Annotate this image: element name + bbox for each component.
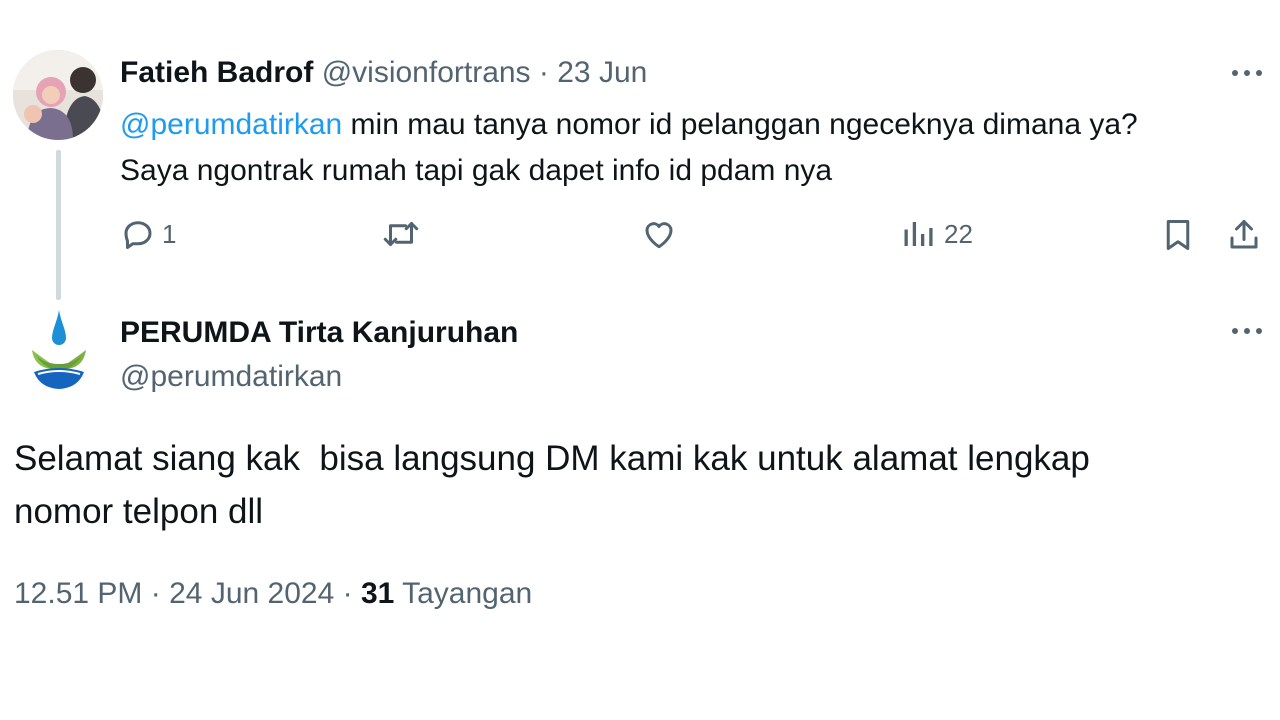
- tweet2-separator-1: ·: [150, 577, 161, 610]
- tweet1-handle[interactable]: @visionfortrans: [322, 56, 531, 89]
- tweet1-text-line1: min mau tanya nomor id pelanggan ngecekn…: [342, 108, 1138, 141]
- share-button[interactable]: [1226, 216, 1262, 254]
- reply-button[interactable]: 1: [120, 216, 176, 252]
- views-count: 22: [944, 218, 973, 249]
- views-button[interactable]: 22: [900, 216, 973, 252]
- views-icon: [904, 222, 933, 246]
- tweet2-author-name[interactable]: PERUMDA Tirta Kanjuruhan: [120, 314, 518, 352]
- tweet2-time[interactable]: 12.51 PM: [14, 577, 142, 610]
- tweet1-text: @perumdatirkan min mau tanya nomor id pe…: [120, 102, 1270, 194]
- tweet1-text-line2: Saya ngontrak rumah tapi gak dapet info …: [120, 154, 833, 187]
- more-icon[interactable]: [1225, 58, 1269, 88]
- thread-connector-line: [56, 150, 61, 300]
- like-button[interactable]: [640, 216, 678, 252]
- tweet2-text: Selamat siang kak bisa langsung DM kami …: [14, 439, 1090, 531]
- tweet2-date[interactable]: 24 Jun 2024: [169, 577, 334, 610]
- tweet2-views-label: Tayangan: [402, 577, 533, 610]
- tweet2-separator-2: ·: [342, 577, 353, 610]
- tweet2-meta: 12.51 PM · 24 Jun 2024 · 31 Tayangan: [14, 574, 532, 614]
- tweet1-separator: ·: [538, 56, 549, 89]
- tweet1-author-name[interactable]: Fatieh Badrof: [120, 56, 313, 89]
- share-icon: [1230, 220, 1258, 249]
- bookmark-button[interactable]: [1160, 216, 1196, 254]
- reply-count: 1: [162, 218, 177, 249]
- logo-icon[interactable]: [28, 308, 90, 392]
- tweet2-views-count: 31: [360, 577, 395, 610]
- tweet1-date[interactable]: 23 Jun: [557, 56, 647, 89]
- tweet2-handle[interactable]: @perumdatirkan: [120, 358, 342, 396]
- reply-icon: [124, 221, 152, 249]
- tweet2-more-icon[interactable]: [1225, 316, 1269, 346]
- tweet1-header: Fatieh Badrof @visionfortrans · 23 Jun: [120, 54, 647, 92]
- like-icon: [645, 222, 673, 249]
- bookmark-icon: [1166, 220, 1190, 250]
- tweet1-mention[interactable]: @perumdatirkan: [120, 108, 342, 141]
- retweet-button[interactable]: [381, 216, 421, 252]
- retweet-icon: [383, 222, 419, 246]
- author-avatar[interactable]: [13, 50, 103, 140]
